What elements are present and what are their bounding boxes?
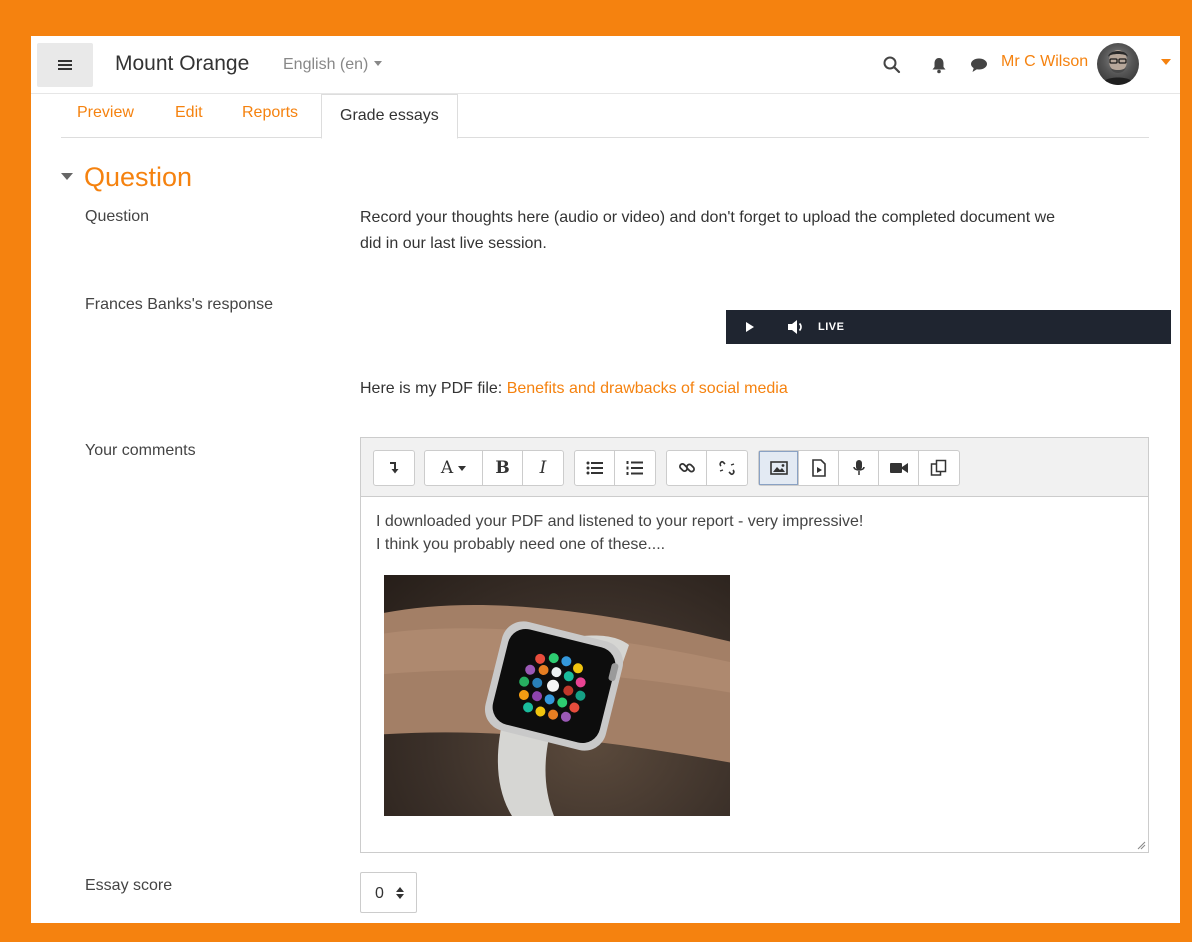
record-video-button[interactable] xyxy=(879,451,919,485)
play-icon[interactable] xyxy=(746,322,754,332)
search-icon[interactable] xyxy=(881,54,903,76)
question-text: Record your thoughts here (audio or vide… xyxy=(360,205,1055,257)
chat-icon[interactable] xyxy=(968,54,990,76)
copy-icon xyxy=(930,459,947,476)
unlink-icon xyxy=(719,461,735,475)
caret-down-icon xyxy=(374,61,383,66)
tab-grade-essays[interactable]: Grade essays xyxy=(321,94,458,139)
bullet-list-icon xyxy=(586,461,603,475)
video-camera-icon xyxy=(889,463,908,473)
moodle-window: Mount Orange English (en) Mr C Wilson Pr… xyxy=(31,36,1180,923)
tab-bar: Preview Edit Reports Grade essays xyxy=(61,94,1149,139)
live-label: LIVE xyxy=(818,321,845,333)
language-label: English (en) xyxy=(283,56,369,73)
menu-button[interactable] xyxy=(37,43,93,87)
image-icon xyxy=(769,461,788,475)
volume-icon[interactable] xyxy=(786,318,806,336)
unlink-button[interactable] xyxy=(707,451,747,485)
language-menu[interactable]: English (en) xyxy=(283,56,383,74)
question-label: Question xyxy=(85,208,150,225)
numbered-list-button[interactable] xyxy=(615,451,655,485)
italic-button[interactable]: I xyxy=(523,451,563,485)
resize-handle-icon[interactable] xyxy=(1136,840,1146,850)
smartwatch-illustration xyxy=(384,605,730,816)
media-player: LIVE xyxy=(726,310,1171,344)
comment-line: I downloaded your PDF and listened to yo… xyxy=(376,513,864,530)
site-name[interactable]: Mount Orange xyxy=(115,52,249,76)
editor-toolbar: A B I xyxy=(361,438,1148,497)
toolbar-group xyxy=(373,450,415,486)
tab-reports[interactable]: Reports xyxy=(242,104,298,122)
user-name[interactable]: Mr C Wilson xyxy=(1001,53,1088,71)
essay-score-label: Essay score xyxy=(85,877,173,894)
caret-down-icon xyxy=(458,465,467,471)
bold-button[interactable]: B xyxy=(483,451,523,485)
smartwatch-image[interactable] xyxy=(384,575,730,816)
comment-line: I think you probably need one of these..… xyxy=(376,536,666,553)
menu-icon xyxy=(58,64,72,66)
comments-editor[interactable]: A B I I downloaded your PDF and listened… xyxy=(360,437,1149,853)
user-photo xyxy=(1101,50,1135,85)
toolbar-group xyxy=(574,450,656,486)
font-label: A xyxy=(440,458,454,478)
numbered-list-icon xyxy=(626,461,643,475)
question-text-line: Record your thoughts here (audio or vide… xyxy=(360,209,1056,226)
arrow-down-icon xyxy=(390,462,399,474)
question-text-line: did in our last live session. xyxy=(360,235,547,252)
image-button[interactable] xyxy=(759,451,799,485)
toolbar-group xyxy=(666,450,748,486)
link-button[interactable] xyxy=(667,451,707,485)
response-label: Frances Banks's response xyxy=(85,296,274,313)
top-navbar: Mount Orange English (en) Mr C Wilson xyxy=(31,36,1180,94)
pdf-line: Here is my PDF file: Benefits and drawba… xyxy=(360,376,788,402)
toolbar-group: A B I xyxy=(424,450,564,486)
collapse-icon[interactable] xyxy=(61,173,73,180)
editor-content[interactable]: I downloaded your PDF and listened to yo… xyxy=(376,510,863,556)
bullet-list-button[interactable] xyxy=(575,451,615,485)
essay-score-value: 0 xyxy=(375,885,384,902)
essay-score-select[interactable]: 0 xyxy=(360,872,417,913)
avatar[interactable] xyxy=(1097,43,1139,85)
bell-icon[interactable] xyxy=(928,54,950,76)
record-audio-button[interactable] xyxy=(839,451,879,485)
file-media-icon xyxy=(811,459,826,477)
toolbar-group xyxy=(758,450,960,486)
pdf-link[interactable]: Benefits and drawbacks of social media xyxy=(507,380,788,397)
tab-edit[interactable]: Edit xyxy=(175,104,203,122)
caret-down-icon[interactable] xyxy=(1161,59,1171,65)
font-style-button[interactable]: A xyxy=(425,451,483,485)
manage-files-button[interactable] xyxy=(919,451,959,485)
sort-icon xyxy=(396,887,404,899)
tab-preview[interactable]: Preview xyxy=(77,104,134,122)
media-button[interactable] xyxy=(799,451,839,485)
microphone-icon xyxy=(852,460,865,475)
toolbar-toggle-button[interactable] xyxy=(374,451,414,485)
comments-label: Your comments xyxy=(85,442,196,459)
section-title[interactable]: Question xyxy=(84,162,192,193)
link-icon xyxy=(678,463,695,473)
pdf-prefix: Here is my PDF file: xyxy=(360,380,507,397)
